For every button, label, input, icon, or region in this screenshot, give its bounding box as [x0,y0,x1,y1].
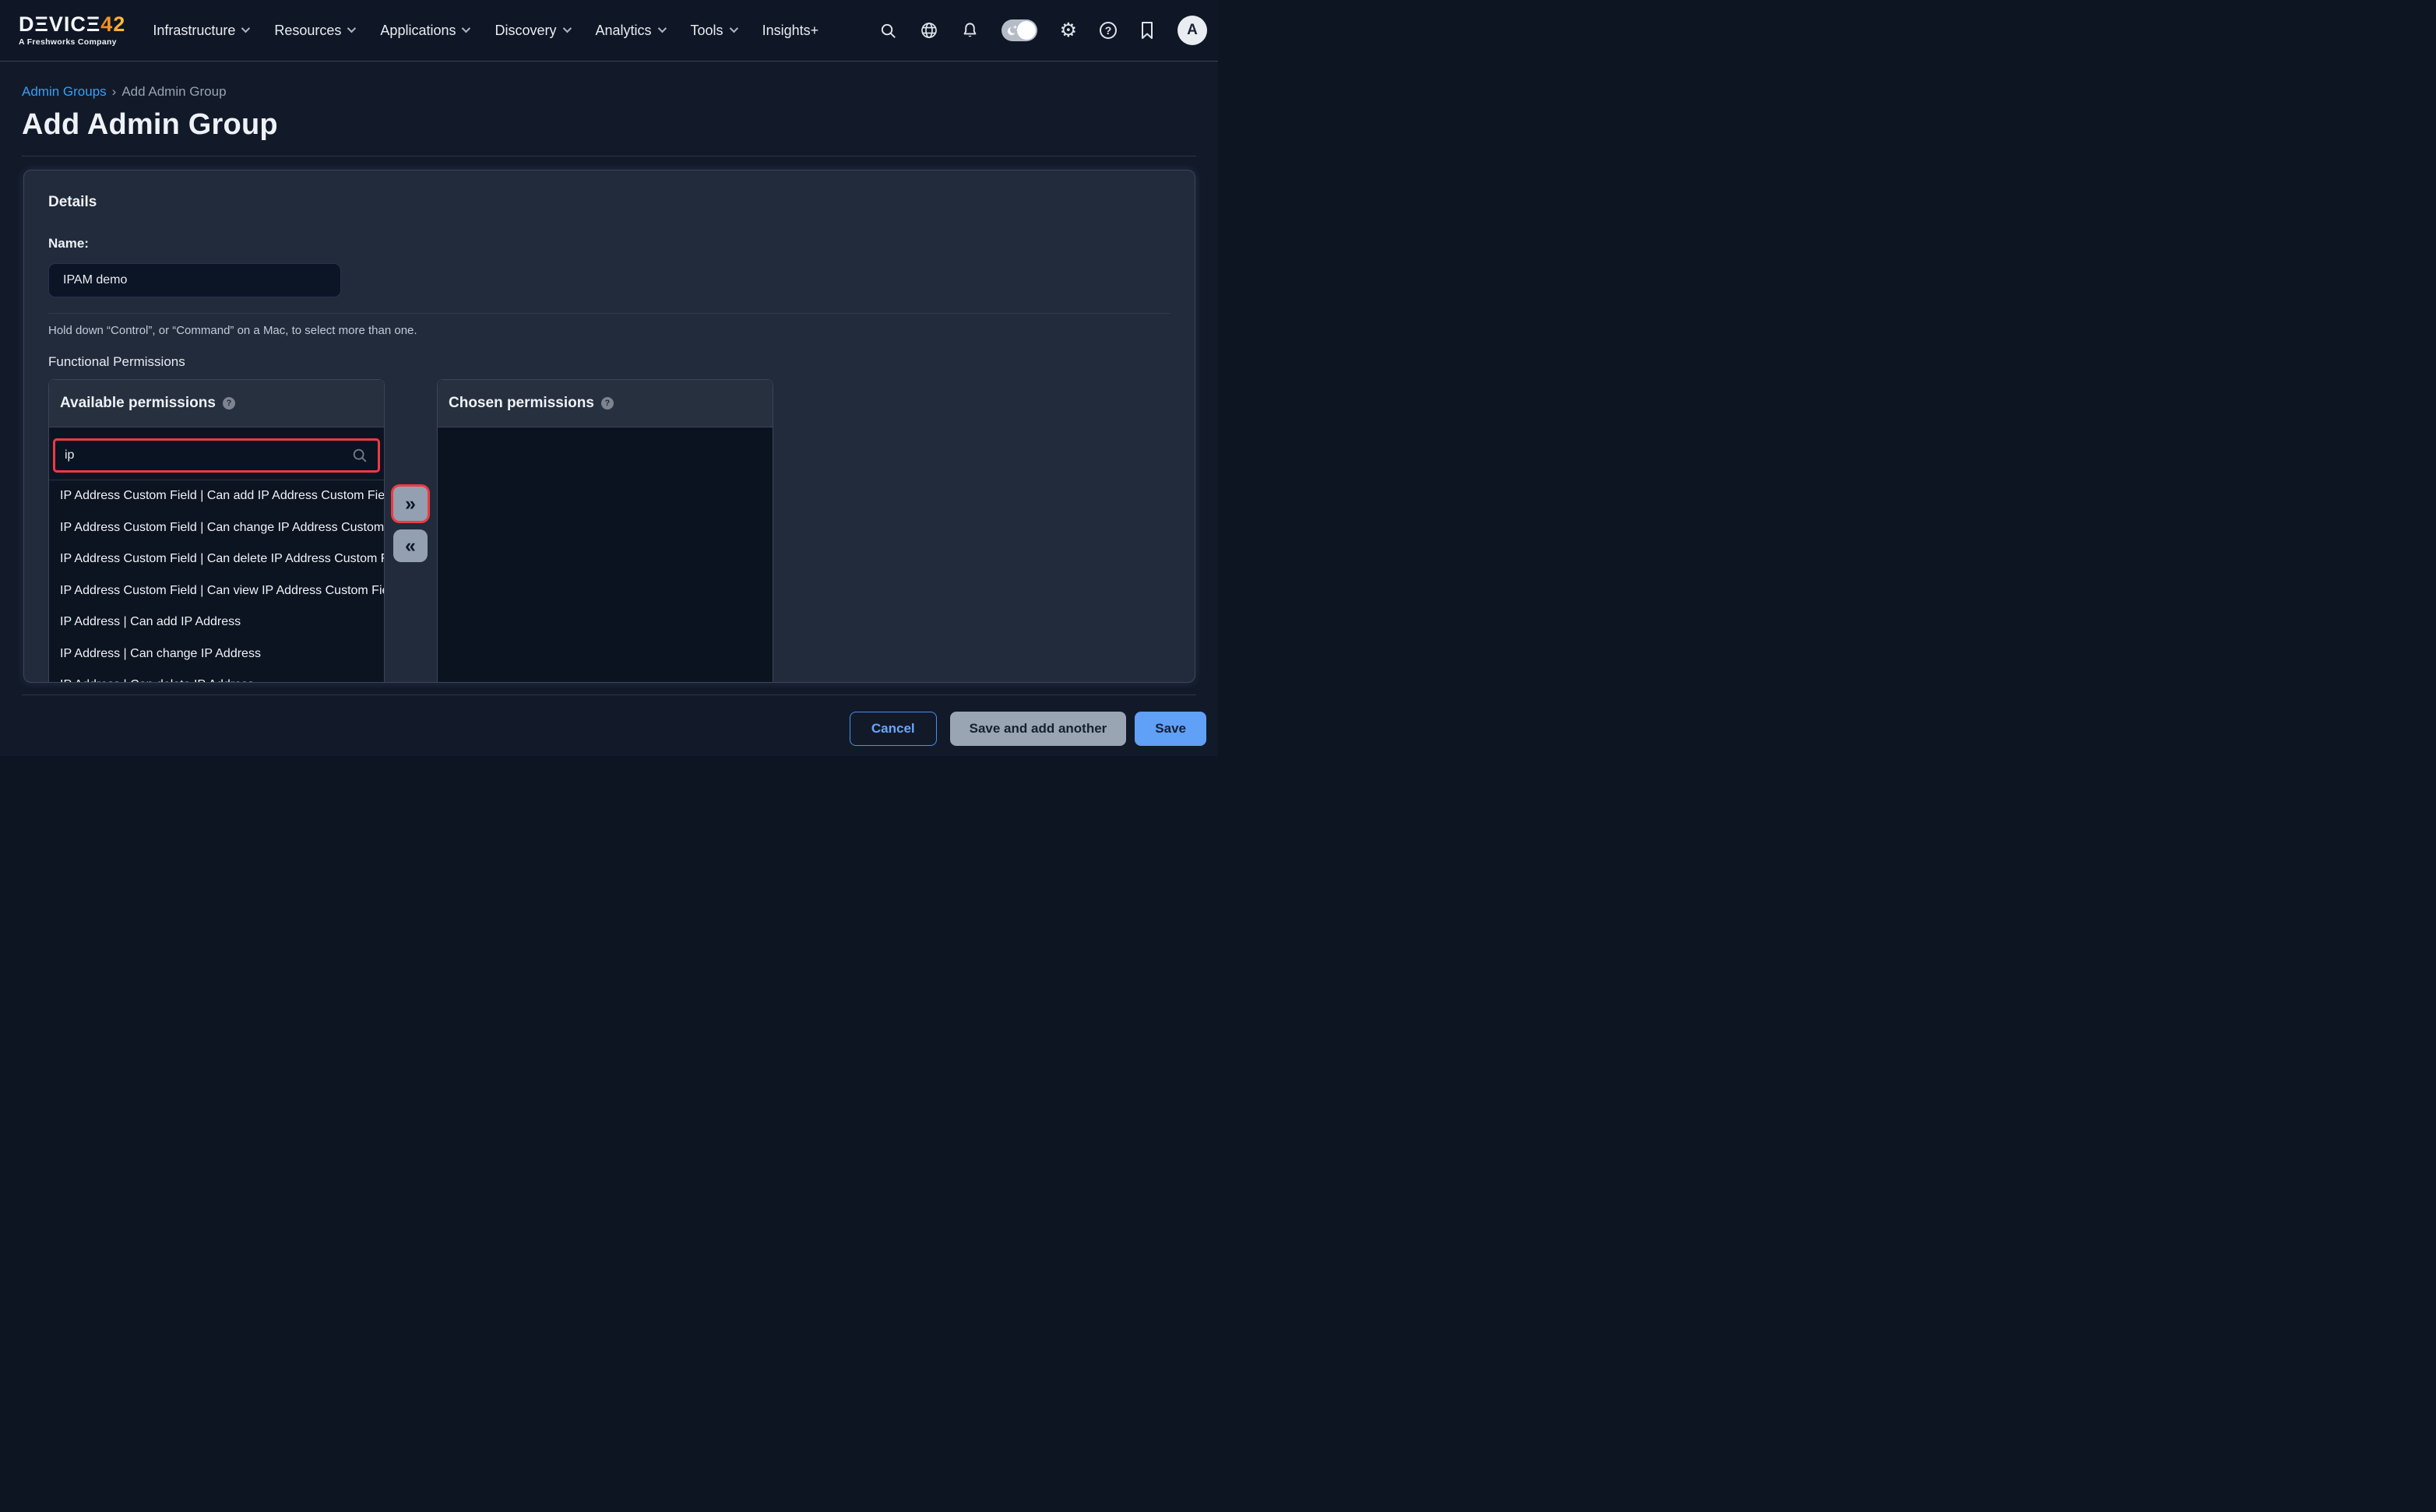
details-heading: Details [48,194,1170,211]
permission-option[interactable]: IP Address Custom Field | Can change IP … [49,512,384,544]
logo-wordmark: DΞVICΞ42 [19,14,125,35]
multiselect-help-text: Hold down “Control”, or “Command” on a M… [48,324,1170,337]
chevron-down-icon [462,23,470,32]
add-admin-group-page: DΞVICΞ42 A Freshworks Company Infrastruc… [0,0,1218,756]
chevron-down-icon [347,23,356,32]
gear-icon[interactable]: ⚙ [1060,21,1077,40]
bookmark-icon[interactable] [1139,21,1155,40]
breadcrumb-current: Add Admin Group [121,84,226,100]
avatar[interactable]: A [1178,16,1207,45]
search-icon [351,447,368,464]
menu-discovery[interactable]: Discovery [495,23,569,39]
available-permissions-header: Available permissions ? [49,380,384,427]
permission-option[interactable]: IP Address | Can delete IP Address [49,670,384,683]
available-search-box-highlighted [53,438,380,473]
chosen-permissions-header: Chosen permissions ? [438,380,773,427]
name-label: Name: [48,236,1170,251]
permission-option[interactable]: IP Address | Can change IP Address [49,638,384,670]
top-navbar: DΞVICΞ42 A Freshworks Company Infrastruc… [0,0,1218,62]
chevron-down-icon [562,23,571,32]
permission-option[interactable]: IP Address Custom Field | Can view IP Ad… [49,575,384,607]
bell-icon[interactable] [961,21,979,40]
globe-icon[interactable] [920,21,938,40]
footer-divider [22,694,1196,695]
chosen-permissions-list-empty [438,427,773,683]
details-card: Details Name: Hold down “Control”, or “C… [23,170,1195,683]
breadcrumb-admin-groups-link[interactable]: Admin Groups [22,84,107,100]
card-divider [48,313,1170,314]
help-icon[interactable]: ? [1100,22,1117,39]
permission-option[interactable]: IP Address | Can add IP Address [49,607,384,638]
permission-option[interactable]: IP Address Custom Field | Can delete IP … [49,543,384,575]
available-help-icon[interactable]: ? [223,397,235,410]
menu-analytics[interactable]: Analytics [596,23,664,39]
save-button[interactable]: Save [1135,712,1206,746]
cancel-button[interactable]: Cancel [850,712,937,746]
device42-logo[interactable]: DΞVICΞ42 A Freshworks Company [19,14,125,47]
chosen-permissions-title: Chosen permissions [449,395,594,412]
available-permissions-title: Available permissions [60,395,216,412]
available-filter-input[interactable] [65,448,351,462]
breadcrumb-separator: › [112,84,117,100]
footer-actions: Cancel Save and add another Save [0,712,1206,746]
theme-toggle[interactable] [1002,19,1037,41]
main-menu: Infrastructure Resources Applications Di… [153,23,818,39]
menu-resources[interactable]: Resources [274,23,354,39]
permissions-selector: Available permissions ? IP Address Custo… [48,379,1170,683]
permission-option[interactable]: IP Address Custom Field | Can add IP Add… [49,480,384,512]
search-icon[interactable] [879,22,897,40]
remove-all-button[interactable]: « [393,529,428,562]
available-permissions-list: IP Address Custom Field | Can add IP Add… [49,480,384,683]
save-and-add-another-button[interactable]: Save and add another [950,712,1127,746]
logo-number: 42 [100,12,125,36]
menu-tools[interactable]: Tools [691,23,736,39]
chosen-permissions-box: Chosen permissions ? [437,379,773,683]
chevron-down-icon [241,23,250,32]
transfer-controls: » « [385,379,437,683]
menu-infrastructure[interactable]: Infrastructure [153,23,248,39]
choose-all-button-highlighted[interactable]: » [393,487,428,521]
available-permissions-box: Available permissions ? IP Address Custo… [48,379,385,683]
chosen-help-icon[interactable]: ? [601,397,614,410]
available-search-area [49,427,384,480]
chevron-down-icon [729,23,737,32]
name-input[interactable] [48,263,341,297]
breadcrumb: Admin Groups › Add Admin Group [22,84,1196,100]
menu-applications[interactable]: Applications [380,23,468,39]
functional-permissions-label: Functional Permissions [48,354,1170,370]
logo-subtitle: A Freshworks Company [19,38,125,47]
menu-insights[interactable]: Insights+ [762,23,819,39]
navbar-actions: ⚙ ? A [879,16,1207,45]
chevron-down-icon [657,23,666,32]
page-title: Add Admin Group [22,108,1196,142]
toggle-knob [1017,21,1036,40]
